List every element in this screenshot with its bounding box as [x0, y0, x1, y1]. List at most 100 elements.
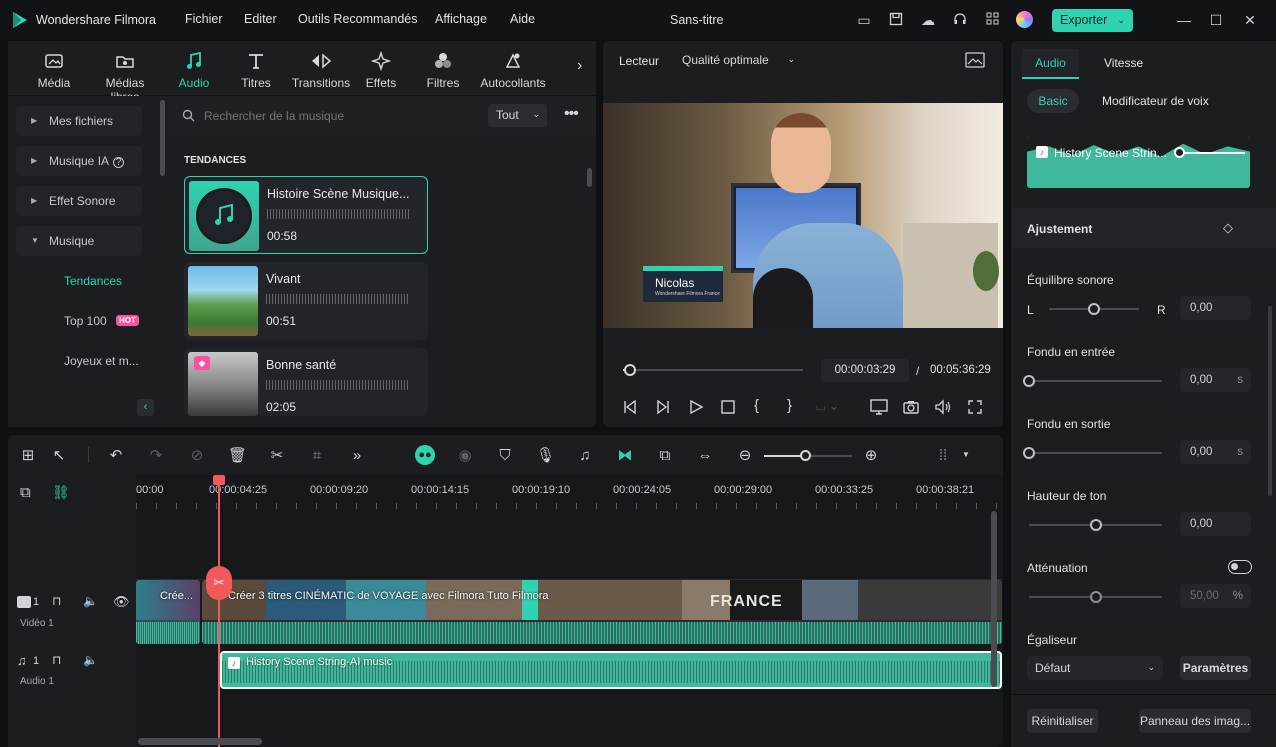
audio-edit-icon[interactable]: ♫: [576, 447, 594, 465]
next-frame-icon[interactable]: [655, 399, 671, 418]
menu-affichage[interactable]: Affichage: [435, 12, 487, 26]
tab-effects[interactable]: Effets: [350, 50, 412, 90]
apps-grid-icon[interactable]: [984, 12, 1000, 28]
fit-timeline-icon[interactable]: ⇔: [696, 447, 714, 465]
split-scissors-icon[interactable]: ✂: [206, 566, 232, 600]
zoom-out-icon[interactable]: ⊖: [736, 447, 754, 465]
attenuation-value-input[interactable]: 50,00%: [1180, 584, 1251, 608]
equalizer-preset-dropdown[interactable]: Défaut ⌄: [1027, 656, 1163, 680]
headset-icon[interactable]: [952, 12, 968, 28]
sidebar-item-my-files[interactable]: ▶ Mes fichiers: [16, 106, 142, 136]
preview-scrubber[interactable]: [623, 369, 803, 371]
export-button[interactable]: Exporter ⌄: [1052, 9, 1133, 32]
sidebar-sub-trending[interactable]: Tendances: [64, 274, 122, 288]
reset-button[interactable]: Réinitialiser: [1027, 709, 1098, 733]
account-avatar-icon[interactable]: [1016, 11, 1033, 28]
keyframe-diamond-icon[interactable]: ◇: [1223, 220, 1233, 236]
menu-outils[interactable]: Outils Recommandés: [298, 12, 418, 26]
sidebar-item-music[interactable]: ▼ Musique: [16, 226, 142, 256]
timeline-h-scrollbar[interactable]: [138, 738, 262, 745]
sidebar-sub-joyful[interactable]: Joyeux et m...: [64, 354, 139, 368]
quality-dropdown[interactable]: Qualité optimale ⌄: [674, 48, 801, 73]
fullscreen-icon[interactable]: [967, 399, 983, 418]
split-scissors-icon[interactable]: ✂: [268, 447, 286, 465]
auto-reframe-icon[interactable]: ⧉: [656, 447, 674, 465]
video-clip[interactable]: Crée...: [136, 580, 200, 644]
video-clip[interactable]: Créer 3 titres CINÉMATIC de VOYAGE avec …: [202, 580, 1002, 644]
video-track-lock-icon[interactable]: ⊓: [52, 594, 61, 608]
tab-audio-props[interactable]: Audio: [1022, 49, 1079, 79]
previous-frame-icon[interactable]: [622, 399, 638, 418]
ai-assistant-icon[interactable]: ●●: [415, 445, 435, 465]
attenuation-slider-thumb[interactable]: [1089, 591, 1102, 603]
marker-icon[interactable]: ⛉: [496, 447, 514, 465]
fade-out-slider[interactable]: [1029, 452, 1162, 454]
chevron-right-icon[interactable]: ›: [577, 57, 582, 75]
crop-icon[interactable]: ⌗: [308, 447, 326, 465]
help-icon[interactable]: ?: [113, 157, 125, 168]
audio-clip[interactable]: ♪ History Scene String-AI music: [220, 651, 1002, 689]
zoom-slider-thumb[interactable]: [800, 450, 811, 461]
delete-icon[interactable]: 🗑: [228, 447, 247, 465]
more-options-icon[interactable]: •••: [564, 105, 579, 123]
subtab-voice-changer[interactable]: Modificateur de voix: [1102, 94, 1209, 108]
fade-in-slider[interactable]: [1029, 380, 1162, 382]
attenuation-toggle[interactable]: [1228, 560, 1252, 574]
audio-track-lock-icon[interactable]: ⊓: [52, 653, 61, 667]
cloud-upload-icon[interactable]: ☁: [920, 12, 936, 28]
fade-in-slider-thumb[interactable]: [1023, 375, 1035, 387]
timeline-ruler[interactable]: 00:00 00:00:04:25 00:00:09:20 00:00:14:15 00…: [136, 475, 1003, 511]
add-track-icon[interactable]: ⧉: [20, 484, 31, 501]
play-icon[interactable]: [688, 399, 704, 418]
fade-in-value-input[interactable]: 0,00 s: [1180, 368, 1251, 392]
tab-transitions[interactable]: Transitions: [288, 51, 354, 90]
zoom-in-icon[interactable]: ⊕: [862, 447, 880, 465]
close-icon[interactable]: ✕: [1242, 12, 1258, 28]
menu-editer[interactable]: Editer: [244, 12, 277, 26]
menu-fichier[interactable]: Fichier: [185, 12, 223, 26]
menu-aide[interactable]: Aide: [510, 12, 535, 26]
tab-titles[interactable]: Titres: [225, 51, 287, 90]
tab-speed[interactable]: Vitesse: [1104, 56, 1143, 70]
keyframe-panel-button[interactable]: Panneau des imag...: [1139, 709, 1251, 733]
fade-out-slider-thumb[interactable]: [1023, 447, 1035, 459]
sidebar-item-ai-music[interactable]: ▶ Musique IA?: [16, 146, 142, 176]
playhead-handle[interactable]: [213, 475, 225, 485]
audio-track-mute-icon[interactable]: 🔈: [83, 653, 98, 667]
subtab-basic[interactable]: Basic: [1027, 89, 1079, 113]
display-monitor-icon[interactable]: [870, 399, 888, 418]
track-card[interactable]: Histoire Scène Musique... 00:58: [184, 176, 428, 254]
chevron-down-icon[interactable]: ▼: [962, 450, 970, 459]
tab-media[interactable]: Média: [23, 51, 85, 90]
sidebar-sub-top100[interactable]: Top 100: [64, 314, 107, 328]
snap-magnet-icon[interactable]: ⧓: [616, 447, 634, 465]
fade-out-value-input[interactable]: 0,00 s: [1180, 440, 1251, 464]
video-track-visibility-icon[interactable]: 👁: [113, 594, 130, 610]
equalizer-params-button[interactable]: Paramètres: [1180, 656, 1251, 680]
current-time-box[interactable]: 00:00:03:29: [821, 359, 909, 382]
track-list-scrollbar[interactable]: [587, 168, 592, 187]
tab-stickers[interactable]: Autocollants: [478, 51, 548, 90]
pitch-value-input[interactable]: 0,00: [1180, 512, 1251, 536]
sidebar-item-sound-effects[interactable]: ▶ Effet Sonore: [16, 186, 142, 216]
volume-icon[interactable]: [934, 399, 952, 418]
clip-waveform-preview[interactable]: ♪ History Scene Strin...: [1027, 136, 1250, 188]
playhead-line[interactable]: [218, 483, 220, 747]
tab-filters[interactable]: Filtres: [412, 51, 474, 90]
more-tools-icon[interactable]: »: [348, 447, 366, 465]
redo-icon[interactable]: ↷: [147, 447, 165, 465]
balance-value-input[interactable]: 0,00: [1180, 296, 1251, 320]
timeline-v-scrollbar[interactable]: [991, 511, 997, 687]
select-arrow-icon[interactable]: ↖: [50, 447, 68, 465]
mark-out-icon[interactable]: }: [787, 397, 792, 414]
track-layout-icon[interactable]: ⁞⁞: [934, 447, 952, 465]
track-card[interactable]: ◆ Bonne santé 02:05: [184, 348, 428, 416]
pitch-slider-thumb[interactable]: [1089, 519, 1102, 531]
properties-scrollbar[interactable]: [1268, 306, 1272, 496]
sidebar-scrollbar[interactable]: [160, 100, 165, 176]
balance-slider-thumb[interactable]: [1088, 303, 1100, 315]
video-track-mute-icon[interactable]: 🔈: [83, 594, 98, 608]
filter-dropdown[interactable]: Tout ⌄: [488, 104, 547, 127]
preview-scrubber-thumb[interactable]: [623, 364, 636, 376]
minimize-icon[interactable]: —: [1176, 12, 1192, 28]
